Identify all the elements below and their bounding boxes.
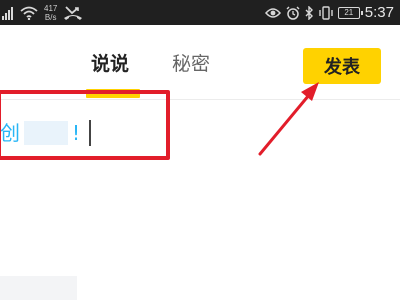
text-cursor xyxy=(89,120,91,146)
status-bar-left: 417 B/s xyxy=(0,0,83,25)
missed-call-icon xyxy=(64,5,83,20)
status-bar: 417 B/s 21 5:37 xyxy=(0,0,400,25)
bottom-panel xyxy=(0,276,77,300)
active-tab-indicator xyxy=(86,89,140,98)
post-input-area[interactable]: 创 ! xyxy=(0,90,400,180)
tab-secret[interactable]: 秘密 xyxy=(172,53,210,75)
text-end: ! xyxy=(72,121,81,145)
network-speed: 417 B/s xyxy=(44,4,57,22)
battery-icon: 21 xyxy=(337,6,363,19)
text-start: 创 xyxy=(0,121,20,145)
alarm-icon xyxy=(286,6,300,20)
vibrate-icon xyxy=(319,5,333,20)
status-bar-right: 21 5:37 xyxy=(264,0,394,25)
wifi-icon xyxy=(20,6,38,20)
app-header: 说说 秘密 发表 xyxy=(0,25,400,100)
tab-shuoshuo[interactable]: 说说 xyxy=(91,53,129,75)
publish-button[interactable]: 发表 xyxy=(303,48,381,84)
eye-icon xyxy=(264,7,281,18)
signal-icon xyxy=(2,6,13,20)
network-speed-unit: B/s xyxy=(44,12,57,22)
blurred-text xyxy=(24,121,68,145)
post-input-text: 创 ! xyxy=(0,121,80,145)
battery-level: 21 xyxy=(344,8,354,17)
bluetooth-icon xyxy=(305,5,313,20)
status-clock: 5:37 xyxy=(364,4,394,21)
network-speed-value: 417 xyxy=(44,3,58,13)
